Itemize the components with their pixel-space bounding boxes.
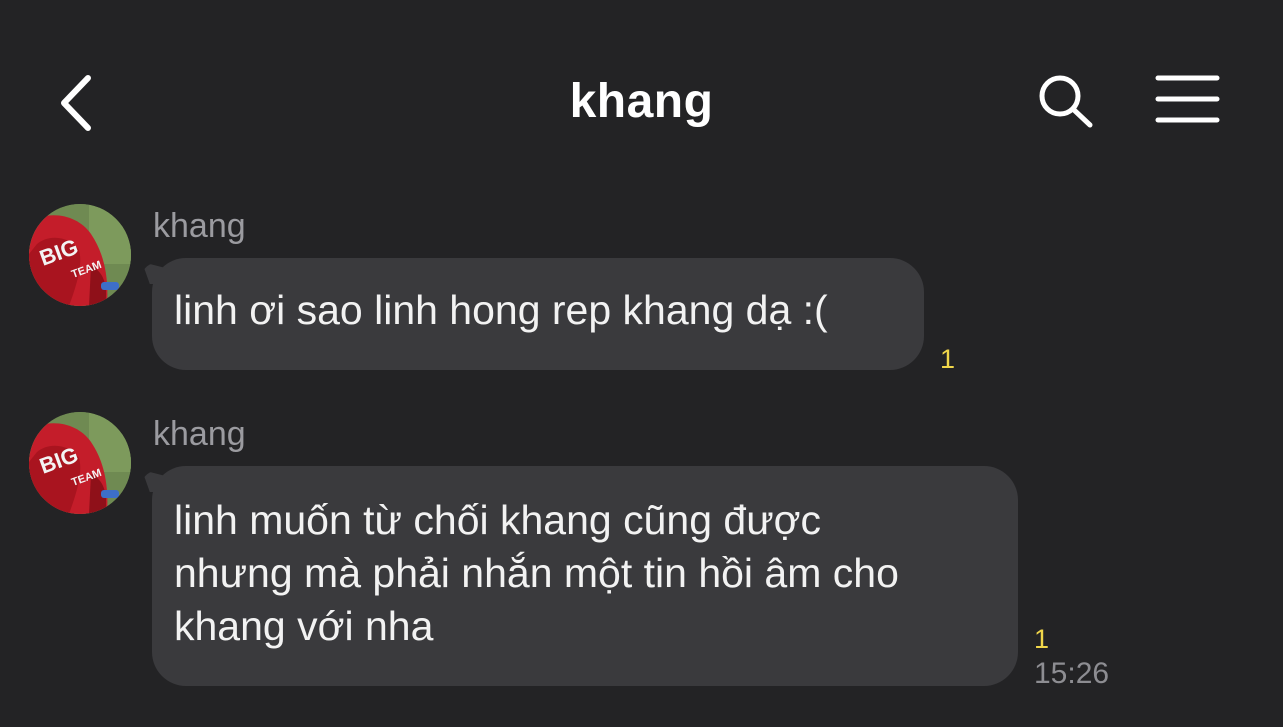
- menu-button[interactable]: [1150, 72, 1224, 130]
- chat-header: khang: [0, 0, 1283, 190]
- message-text: linh ơi sao linh hong rep khang dạ :(: [174, 287, 828, 333]
- avatar[interactable]: BIG TEAM: [29, 204, 131, 306]
- message-timestamp: 15:26: [1034, 657, 1110, 690]
- message-line: nhưng mà phải nhắn một tin hồi âm cho: [174, 550, 899, 596]
- unread-count: 1: [1034, 624, 1050, 654]
- message-bubble[interactable]: linh muốn từ chối khang cũng được nhưng …: [152, 466, 1018, 686]
- unread-count: 1: [940, 344, 956, 374]
- hamburger-menu-icon: [1155, 75, 1220, 123]
- avatar[interactable]: BIG TEAM: [29, 412, 131, 514]
- message-line: khang với nha: [174, 603, 434, 649]
- avatar-image: BIG TEAM: [29, 412, 131, 514]
- message-bubble[interactable]: linh ơi sao linh hong rep khang dạ :(: [152, 258, 924, 370]
- avatar-image: BIG TEAM: [29, 204, 131, 306]
- sender-name: khang: [153, 207, 246, 245]
- sender-name: khang: [153, 415, 246, 453]
- search-button[interactable]: [1036, 74, 1098, 130]
- message-line: linh muốn từ chối khang cũng được: [174, 497, 822, 543]
- search-icon: [1039, 75, 1093, 128]
